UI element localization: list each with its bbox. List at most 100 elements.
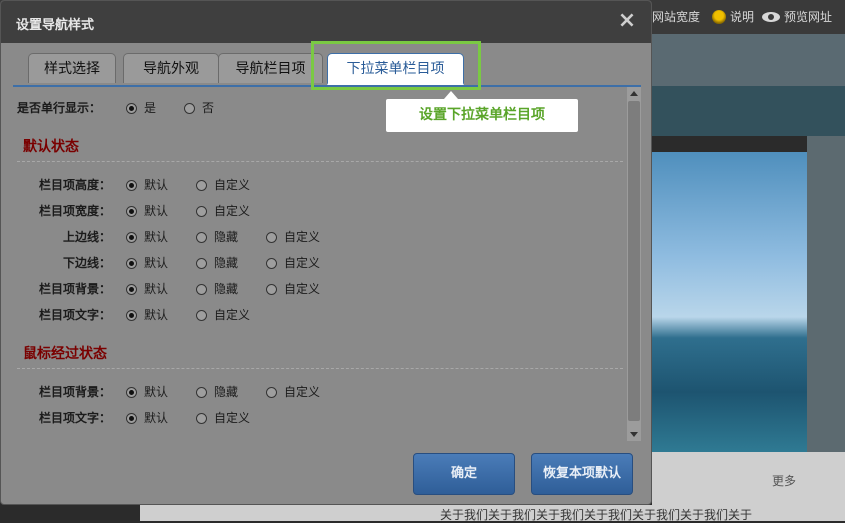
radio-icon[interactable] bbox=[266, 386, 277, 398]
radio-option[interactable]: 隐藏 bbox=[196, 279, 238, 299]
radio-icon[interactable] bbox=[126, 102, 137, 114]
setting-row: 栏目项宽度： 默认 自定义 bbox=[13, 201, 613, 221]
setting-row: 栏目项文字： 默认 自定义 bbox=[13, 408, 613, 428]
radio-option[interactable]: 自定义 bbox=[196, 201, 250, 221]
option-label: 自定义 bbox=[214, 204, 251, 218]
radio-icon[interactable] bbox=[196, 309, 207, 321]
scroll-down-icon[interactable] bbox=[630, 432, 638, 437]
setting-label: 栏目项背景： bbox=[38, 282, 111, 296]
option-label: 是 bbox=[144, 101, 157, 115]
radio-option[interactable]: 默认 bbox=[126, 201, 168, 221]
radio-icon[interactable] bbox=[196, 205, 207, 217]
setting-label: 上边线： bbox=[62, 230, 111, 244]
radio-option[interactable]: 默认 bbox=[126, 408, 168, 428]
setting-label: 下边线： bbox=[62, 256, 111, 270]
radio-option[interactable]: 默认 bbox=[126, 175, 168, 195]
radio-option[interactable]: 默认 bbox=[126, 253, 168, 273]
radio-option[interactable]: 自定义 bbox=[266, 253, 320, 273]
topbar-width-label: 网站宽度 bbox=[652, 10, 701, 24]
tab-nav-items[interactable]: 导航栏目项 bbox=[218, 53, 323, 83]
radio-option[interactable]: 默认 bbox=[126, 279, 168, 299]
radio-icon[interactable] bbox=[196, 179, 207, 191]
option-label: 自定义 bbox=[214, 411, 251, 425]
section-default-title: 默认状态 bbox=[23, 139, 79, 155]
radio-icon[interactable] bbox=[126, 283, 137, 295]
radio-icon[interactable] bbox=[126, 231, 137, 243]
background-nav-band bbox=[652, 86, 845, 136]
close-icon[interactable]: × bbox=[617, 10, 637, 32]
radio-option[interactable]: 默认 bbox=[126, 305, 168, 325]
divider bbox=[17, 368, 623, 369]
option-label: 默认 bbox=[144, 256, 169, 270]
setting-label: 栏目项背景： bbox=[38, 385, 111, 399]
radio-option[interactable]: 自定义 bbox=[266, 279, 320, 299]
option-label: 默认 bbox=[144, 411, 169, 425]
option-label: 否 bbox=[202, 101, 215, 115]
radio-icon[interactable] bbox=[196, 231, 207, 243]
radio-option[interactable]: 自定义 bbox=[196, 408, 250, 428]
setting-label: 栏目项文字： bbox=[38, 308, 111, 322]
section-hover-title: 鼠标经过状态 bbox=[23, 346, 107, 362]
setting-row: 下边线： 默认 隐藏 自定义 bbox=[13, 253, 613, 273]
nav-style-dialog: 设置导航样式 × 样式选择 导航外观 导航栏目项 下拉菜单栏目项 是否单行显示：… bbox=[0, 0, 652, 505]
option-label: 默认 bbox=[144, 204, 169, 218]
radio-icon[interactable] bbox=[196, 412, 207, 424]
scroll-thumb[interactable] bbox=[628, 101, 640, 421]
option-label: 默认 bbox=[144, 282, 169, 296]
radio-option[interactable]: 自定义 bbox=[266, 382, 320, 402]
setting-label: 栏目项高度： bbox=[38, 178, 111, 192]
dialog-title: 设置导航样式 bbox=[16, 18, 95, 33]
radio-icon[interactable] bbox=[126, 179, 137, 191]
tab-bar: 样式选择 导航外观 导航栏目项 下拉菜单栏目项 bbox=[13, 51, 641, 87]
radio-option[interactable]: 自定义 bbox=[196, 305, 250, 325]
radio-option[interactable]: 自定义 bbox=[266, 227, 320, 247]
topbar-help-link[interactable]: 说明 bbox=[712, 8, 754, 25]
tab-style-select[interactable]: 样式选择 bbox=[28, 53, 116, 83]
radio-icon[interactable] bbox=[196, 283, 207, 295]
setting-label: 栏目项宽度： bbox=[38, 204, 111, 218]
radio-icon[interactable] bbox=[184, 102, 195, 114]
radio-option[interactable]: 默认 bbox=[126, 382, 168, 402]
radio-icon[interactable] bbox=[126, 309, 137, 321]
option-label: 默认 bbox=[144, 230, 169, 244]
option-label: 自定义 bbox=[284, 385, 321, 399]
radio-icon[interactable] bbox=[196, 257, 207, 269]
confirm-button[interactable]: 确定 bbox=[413, 453, 515, 495]
topbar-width-link[interactable]: 网站宽度 bbox=[652, 8, 700, 25]
option-label: 默认 bbox=[144, 178, 169, 192]
radio-icon[interactable] bbox=[126, 205, 137, 217]
radio-icon[interactable] bbox=[126, 386, 137, 398]
radio-option[interactable]: 隐藏 bbox=[196, 382, 238, 402]
option-label: 自定义 bbox=[284, 282, 321, 296]
option-label: 默认 bbox=[144, 308, 169, 322]
more-link[interactable]: 更多 bbox=[772, 472, 796, 489]
setting-row: 栏目项背景： 默认 隐藏 自定义 bbox=[13, 382, 613, 402]
setting-row: 栏目项背景： 默认 隐藏 自定义 bbox=[13, 279, 613, 299]
single-row-no[interactable]: 否 bbox=[184, 98, 214, 118]
tab-dropdown-items[interactable]: 下拉菜单栏目项 bbox=[327, 53, 464, 85]
dialog-titlebar[interactable]: 设置导航样式 × bbox=[1, 1, 651, 43]
topbar-preview-link[interactable]: 预览网址 bbox=[762, 8, 832, 25]
radio-icon[interactable] bbox=[266, 231, 277, 243]
radio-icon[interactable] bbox=[266, 257, 277, 269]
option-label: 自定义 bbox=[284, 256, 321, 270]
background-about-text: 关于我们关于我们关于我们关于我们关于我们关于我们关于 bbox=[440, 508, 753, 522]
topbar-help-label: 说明 bbox=[730, 10, 755, 24]
radio-icon[interactable] bbox=[126, 412, 137, 424]
radio-icon[interactable] bbox=[266, 283, 277, 295]
tab-nav-appearance[interactable]: 导航外观 bbox=[123, 53, 219, 83]
radio-icon[interactable] bbox=[126, 257, 137, 269]
scroll-up-icon[interactable] bbox=[630, 91, 638, 96]
radio-option[interactable]: 自定义 bbox=[196, 175, 250, 195]
radio-option[interactable]: 隐藏 bbox=[196, 253, 238, 273]
radio-option[interactable]: 默认 bbox=[126, 227, 168, 247]
setting-row: 上边线： 默认 隐藏 自定义 bbox=[13, 227, 613, 247]
setting-row: 栏目项文字： 默认 自定义 bbox=[13, 305, 613, 325]
radio-option[interactable]: 隐藏 bbox=[196, 227, 238, 247]
radio-icon[interactable] bbox=[196, 386, 207, 398]
restore-default-button[interactable]: 恢复本项默认 bbox=[531, 453, 633, 495]
scrollbar[interactable] bbox=[627, 87, 641, 441]
background-banner bbox=[652, 34, 845, 86]
single-row-yes[interactable]: 是 bbox=[126, 98, 156, 118]
background-sea-photo bbox=[652, 152, 807, 452]
